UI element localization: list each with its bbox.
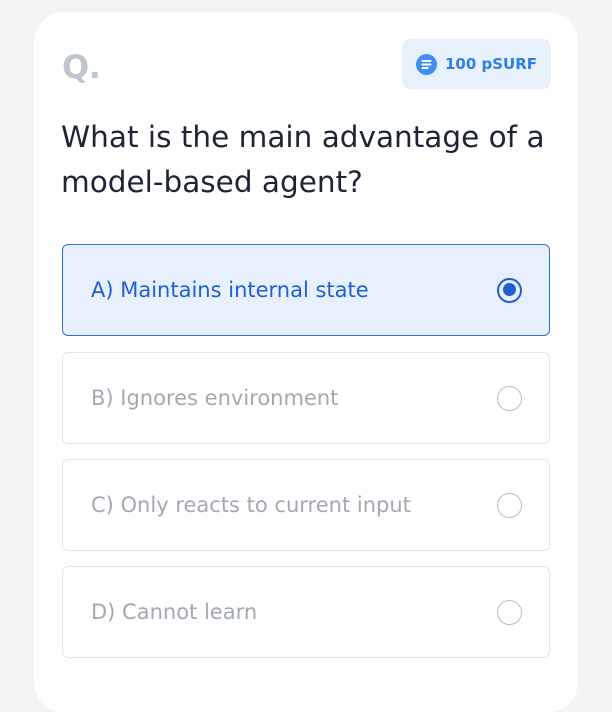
radio-checked-icon[interactable] bbox=[497, 277, 522, 303]
radio-unchecked-icon[interactable] bbox=[497, 599, 522, 625]
radio-unchecked-icon[interactable] bbox=[497, 385, 522, 411]
question-text: What is the main advantage of a model-ba… bbox=[61, 120, 545, 199]
option-label: D) Cannot learn bbox=[91, 600, 258, 624]
option-b[interactable]: B) Ignores environment bbox=[62, 352, 550, 444]
quiz-card: Q. 100 pSURF What is the main advantage … bbox=[34, 12, 578, 712]
reward-amount: 100 pSURF bbox=[444, 55, 538, 73]
coin-icon bbox=[415, 53, 437, 75]
option-c[interactable]: C) Only reacts to current input bbox=[62, 459, 550, 551]
option-a[interactable]: A) Maintains internal state bbox=[62, 244, 550, 336]
option-label: A) Maintains internal state bbox=[91, 278, 369, 302]
question-marker: Q. bbox=[62, 48, 101, 86]
option-d[interactable]: D) Cannot learn bbox=[62, 566, 550, 658]
radio-unchecked-icon[interactable] bbox=[497, 492, 522, 518]
reward-badge: 100 pSURF bbox=[402, 39, 551, 89]
option-label: B) Ignores environment bbox=[91, 386, 339, 410]
option-label: C) Only reacts to current input bbox=[91, 493, 411, 517]
